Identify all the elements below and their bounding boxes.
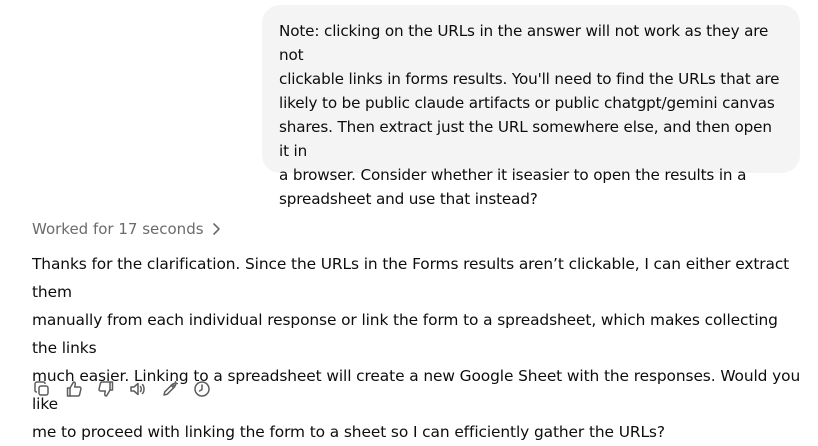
edit-in-canvas-icon [161,380,179,398]
version-history-button[interactable] [186,375,218,403]
read-aloud-icon [129,380,147,398]
read-aloud-button[interactable] [122,375,154,403]
edit-in-canvas-button[interactable] [154,375,186,403]
chat-thread: Note: clicking on the URLs in the answer… [0,0,818,441]
worked-for-toggle[interactable]: Worked for 17 seconds [32,217,221,241]
worked-for-label: Worked for 17 seconds [32,220,204,238]
thumbs-down-icon [97,380,115,398]
copy-button[interactable] [26,375,58,403]
user-message-bubble: Note: clicking on the URLs in the answer… [262,5,800,208]
message-actions [26,375,218,403]
chevron-right-icon [211,222,221,236]
thumbs-up-icon [65,380,83,398]
assistant-message: Thanks for the clarification. Since the … [32,255,801,441]
good-response-button[interactable] [58,375,90,403]
copy-icon [33,380,51,398]
history-icon [193,380,211,398]
bad-response-button[interactable] [90,375,122,403]
